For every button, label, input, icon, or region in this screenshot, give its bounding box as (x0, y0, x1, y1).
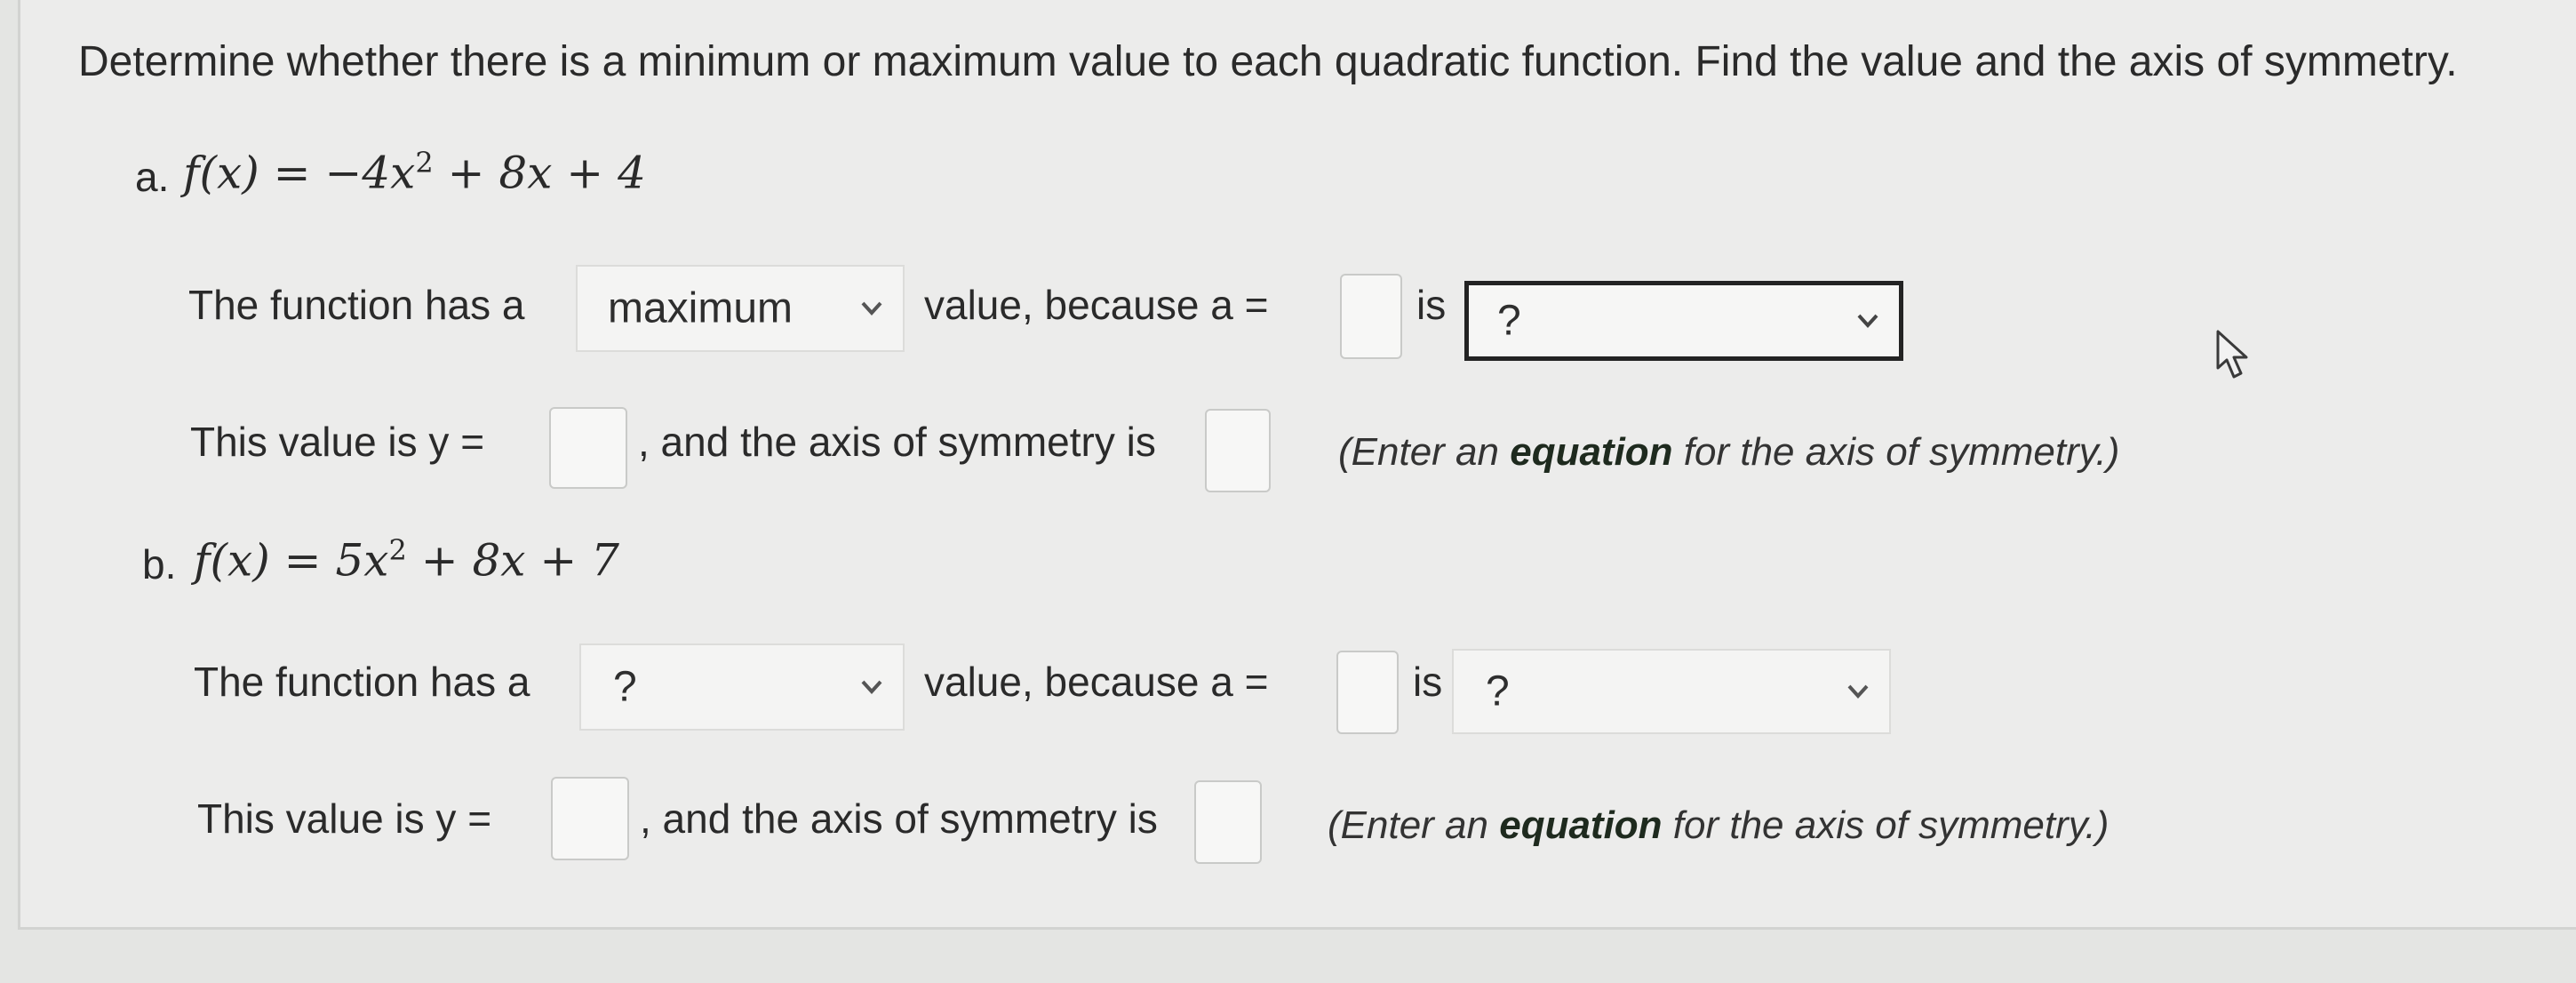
part-a-y-value-input[interactable] (549, 407, 627, 489)
part-b-is-label: is (1413, 659, 1443, 705)
instructions-text: Determine whether there is a minimum or … (78, 38, 2458, 85)
part-b-y-value-input[interactable] (551, 777, 629, 860)
chevron-down-icon (861, 301, 882, 316)
hint-prefix: (Enter an (1328, 803, 1500, 847)
part-b-hint: (Enter an equation for the axis of symme… (1328, 803, 2109, 848)
equals-sign: = (283, 534, 322, 587)
function-lead-term: 5x (335, 534, 389, 587)
mouse-pointer-icon (2216, 330, 2248, 379)
hint-emphasis: equation (1499, 803, 1663, 847)
part-b-value-type-dropdown[interactable]: ? (579, 643, 905, 731)
function-lhs: f(x) (194, 534, 270, 587)
part-a-value-type-dropdown[interactable]: maximum (576, 265, 905, 352)
part-a-sign-dropdown[interactable]: ? (1464, 281, 1903, 361)
part-a-axis-input[interactable] (1205, 409, 1271, 492)
part-a-sentence2-mid: , and the axis of symmetry is (638, 419, 1156, 465)
part-a-sentence2-prefix: This value is y = (190, 419, 485, 465)
part-a-is-label: is (1416, 282, 1447, 328)
part-b-sign-dropdown[interactable]: ? (1452, 649, 1891, 734)
part-a-hint: (Enter an equation for the axis of symme… (1338, 430, 2119, 475)
part-b-sentence1-mid: value, because a = (924, 659, 1269, 705)
hint-prefix: (Enter an (1338, 430, 1511, 474)
chevron-down-icon (861, 680, 882, 694)
hint-suffix: for the axis of symmetry.) (1672, 430, 2120, 474)
function-rest: + 8x + 7 (406, 534, 619, 587)
function-rest: + 8x + 4 (433, 147, 646, 199)
part-b-a-value-input[interactable] (1336, 651, 1399, 734)
part-b-label: b. (142, 541, 177, 587)
part-a-label: a. (135, 154, 170, 200)
hint-suffix: for the axis of symmetry.) (1662, 803, 2109, 847)
part-a-value-type-selected: maximum (608, 284, 794, 332)
part-b-sentence2-mid: , and the axis of symmetry is (640, 795, 1158, 842)
chevron-down-icon (1857, 314, 1878, 328)
part-b-function: f(x) = 5x2 + 8x + 7 (194, 533, 619, 587)
part-b-value-type-selected: ? (613, 663, 637, 711)
part-b-axis-input[interactable] (1194, 780, 1262, 864)
function-exponent: 2 (415, 146, 434, 180)
function-exponent: 2 (388, 533, 407, 567)
chevron-down-icon (1847, 684, 1869, 699)
part-a-sentence1-prefix: The function has a (188, 282, 525, 328)
function-lead-term: −4x (324, 147, 416, 199)
hint-emphasis: equation (1510, 430, 1673, 474)
part-a-sign-selected: ? (1497, 297, 1521, 345)
part-a-sentence1-mid: value, because a = (924, 282, 1269, 328)
part-b-sentence1-prefix: The function has a (194, 659, 530, 705)
equals-sign: = (273, 147, 311, 199)
part-b-sentence2-prefix: This value is y = (197, 795, 492, 842)
part-a-a-value-input[interactable] (1340, 274, 1402, 359)
function-lhs: f(x) (183, 147, 259, 199)
part-b-sign-selected: ? (1486, 667, 1510, 715)
part-a-function: f(x) = −4x2 + 8x + 4 (183, 146, 646, 199)
